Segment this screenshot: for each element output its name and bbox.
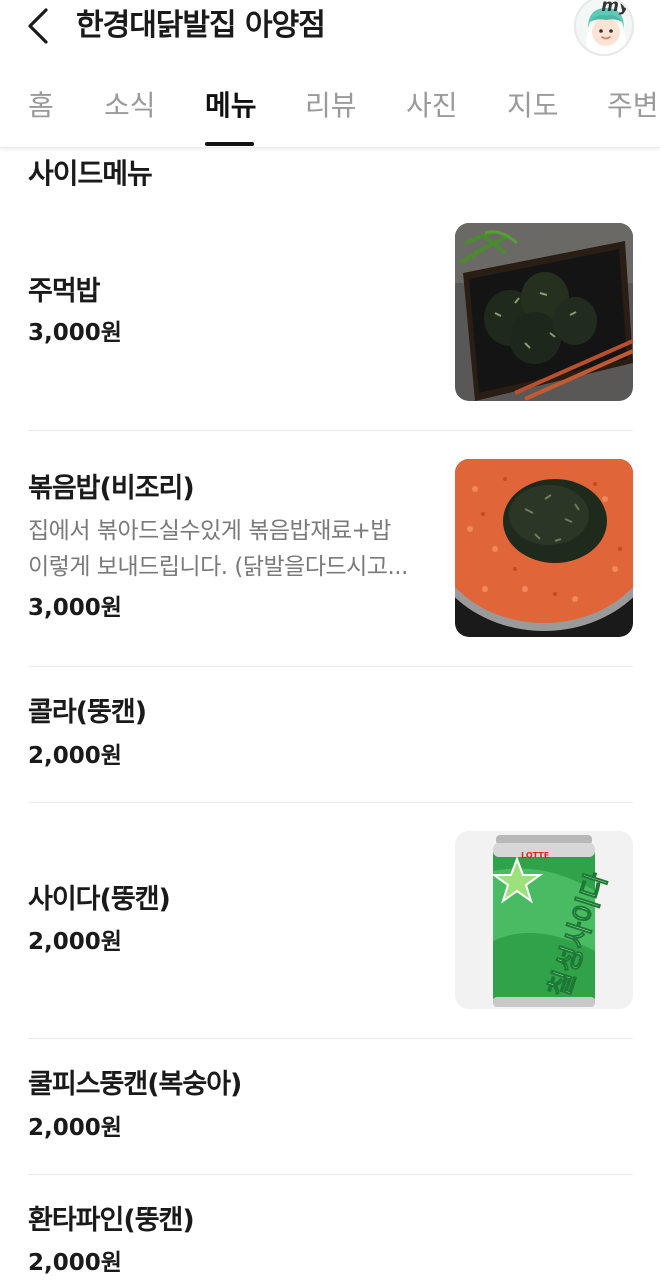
tab-review[interactable]: 리뷰 <box>305 86 357 126</box>
divider <box>28 666 633 667</box>
active-tab-indicator <box>205 142 254 146</box>
menu-item-description: 집에서 볶아드실수있게 볶음밥재료+밥 <box>28 518 391 544</box>
my-profile-button[interactable]: my <box>574 0 634 56</box>
menu-item-name: 주먹밥 <box>28 276 101 307</box>
menu-item-name: 쿨피스뚱캔(복숭아) <box>28 1069 242 1100</box>
my-badge: my <box>601 0 630 16</box>
chevron-left-icon <box>28 8 48 44</box>
divider <box>28 1174 633 1175</box>
can-brand-label: LOTTE <box>521 851 549 860</box>
menu-item-name: 콜라(뚱캔) <box>28 697 147 728</box>
tab-menu[interactable]: 메뉴 <box>205 86 257 126</box>
back-button[interactable] <box>22 6 58 46</box>
menu-item-price: 3,000원 <box>28 320 122 346</box>
cider-can-photo[interactable]: LOTTE 칠성사이다 <box>455 831 633 1009</box>
menu-item-name: 환타파인(뚱캔) <box>28 1205 195 1236</box>
tab-home[interactable]: 홈 <box>28 86 54 126</box>
divider <box>28 802 633 803</box>
menu-item-name: 사이다(뚱캔) <box>28 884 171 915</box>
tab-nearby[interactable]: 주변 <box>607 86 659 126</box>
divider <box>28 1038 633 1039</box>
menu-item-description: 이렇게 보내드립니다. (닭발을다드시고... <box>28 554 408 580</box>
menu-item-price: 2,000원 <box>28 1115 122 1141</box>
tab-map[interactable]: 지도 <box>507 86 559 126</box>
page-title: 한경대닭발집 아양점 <box>76 8 326 43</box>
divider <box>28 430 633 431</box>
fried-rice-photo[interactable] <box>455 459 633 637</box>
menu-item-price: 2,000원 <box>28 1250 122 1276</box>
tab-photo[interactable]: 사진 <box>406 86 458 126</box>
rice-ball-photo[interactable] <box>455 223 633 401</box>
section-title: 사이드메뉴 <box>28 157 153 190</box>
tab-news[interactable]: 소식 <box>104 86 156 126</box>
tab-bar: 홈 소식 메뉴 리뷰 사진 지도 주변 <box>0 72 660 148</box>
menu-item-price: 2,000원 <box>28 743 122 769</box>
menu-item-name: 볶음밥(비조리) <box>28 473 195 504</box>
menu-item-price: 2,000원 <box>28 929 122 955</box>
app-header: 한경대닭발집 아양점 my <box>0 0 660 60</box>
menu-item-price: 3,000원 <box>28 595 122 621</box>
